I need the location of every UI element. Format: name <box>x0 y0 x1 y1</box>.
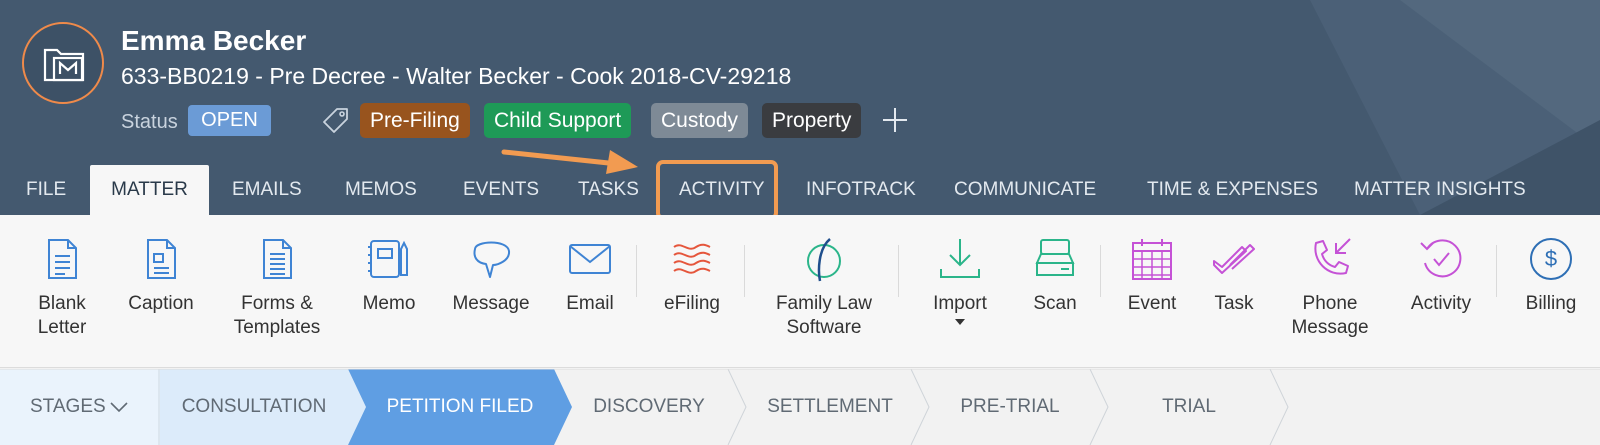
scan-label: Scan <box>1033 293 1077 314</box>
client-name: Emma Becker <box>121 25 307 56</box>
tab-matter-insights[interactable]: MATTER INSIGHTS <box>1354 165 1526 215</box>
ribbon-separator <box>1100 245 1101 297</box>
email-button[interactable]: Email <box>555 215 625 368</box>
ribbon-separator <box>636 245 637 297</box>
status-label: Status <box>121 111 178 133</box>
family-law-software-button[interactable]: Family Law Software <box>758 215 890 368</box>
memo-label: Memo <box>362 293 416 314</box>
stage-petition-filed[interactable]: PETITION FILED <box>372 369 548 445</box>
forms-templates-button[interactable]: Forms & Templates <box>222 215 332 368</box>
document-icon <box>48 239 77 279</box>
stages-dropdown[interactable]: STAGES <box>0 369 160 445</box>
dollar-icon: $ <box>1530 238 1572 280</box>
activity-label: Activity <box>1410 293 1472 314</box>
blank-letter-label: Blank Letter <box>37 293 87 338</box>
tab-memos[interactable]: MEMOS <box>345 165 417 215</box>
stage-trial[interactable]: TRIAL <box>1112 369 1266 445</box>
tag-child-support[interactable]: Child Support <box>484 103 632 138</box>
tab-file[interactable]: FILE <box>26 165 66 215</box>
import-button[interactable]: Import <box>920 215 1000 368</box>
ribbon-separator <box>898 245 899 297</box>
event-button[interactable]: Event <box>1112 215 1192 368</box>
checkmark-icon <box>1213 244 1255 274</box>
tag-pre-filing[interactable]: Pre-Filing <box>360 103 470 138</box>
matter-description: 633-BB0219 - Pre Decree - Walter Becker … <box>121 63 792 89</box>
phone-message-button[interactable]: Phone Message <box>1280 215 1380 368</box>
envelope-icon <box>569 244 611 274</box>
folder-icon <box>43 48 85 82</box>
import-dropdown-icon[interactable] <box>955 319 965 325</box>
efiling-button[interactable]: eFiling <box>652 215 732 368</box>
task-label: Task <box>1214 293 1254 314</box>
forms-templates-label: Forms & Templates <box>233 293 321 338</box>
ribbon-separator <box>744 245 745 297</box>
tab-matter[interactable]: MATTER <box>90 165 209 215</box>
svg-text:$: $ <box>1545 246 1557 271</box>
email-label: Email <box>566 293 614 314</box>
caption-icon <box>147 239 176 279</box>
matter-logo <box>22 22 104 104</box>
efiling-label: eFiling <box>664 293 720 314</box>
family-law-logo-icon <box>807 238 841 282</box>
memo-button[interactable]: Memo <box>352 215 426 368</box>
task-button[interactable]: Task <box>1196 215 1272 368</box>
matter-header: Emma Becker 633-BB0219 - Pre Decree - Wa… <box>0 0 1600 215</box>
efiling-icon <box>673 243 711 274</box>
event-label: Event <box>1127 293 1177 314</box>
chevron-down-icon <box>110 402 128 413</box>
download-icon <box>940 239 980 278</box>
stage-discovery[interactable]: DISCOVERY <box>574 369 724 445</box>
tag-property[interactable]: Property <box>762 103 862 138</box>
caption-label: Caption <box>128 293 194 314</box>
stages-bar: STAGES CONSULTATION PETITION FILED DISCO… <box>0 369 1600 445</box>
scan-button[interactable]: Scan <box>1016 215 1094 368</box>
stage-pre-trial[interactable]: PRE-TRIAL <box>935 369 1085 445</box>
scanner-icon <box>1035 239 1075 276</box>
import-label: Import <box>933 293 987 314</box>
calendar-icon <box>1132 239 1172 280</box>
tab-communicate[interactable]: COMMUNICATE <box>954 165 1096 215</box>
tab-infotrack[interactable]: INFOTRACK <box>806 165 916 215</box>
phone-icon <box>1314 238 1351 275</box>
status-badge[interactable]: OPEN <box>188 105 271 136</box>
caption-button[interactable]: Caption <box>120 215 202 368</box>
family-law-software-label: Family Law Software <box>775 293 873 338</box>
billing-button[interactable]: $ Billing <box>1510 215 1592 368</box>
phone-message-label: Phone Message <box>1291 293 1369 338</box>
stage-consultation[interactable]: CONSULTATION <box>166 369 342 445</box>
tag-icon[interactable] <box>321 106 351 136</box>
tab-activity[interactable]: ACTIVITY <box>679 165 765 215</box>
memo-icon <box>368 240 408 278</box>
tag-custody[interactable]: Custody <box>651 103 749 138</box>
tab-emails[interactable]: EMAILS <box>232 165 302 215</box>
billing-label: Billing <box>1525 293 1577 314</box>
blank-letter-button[interactable]: Blank Letter <box>22 215 102 368</box>
annotation-arrow-icon <box>501 149 638 174</box>
stage-settlement[interactable]: SETTLEMENT <box>750 369 910 445</box>
message-button[interactable]: Message <box>446 215 536 368</box>
stages-label: STAGES <box>30 396 106 417</box>
activity-button[interactable]: Activity <box>1396 215 1486 368</box>
ribbon-toolbar: Blank Letter Caption Forms & Templates M… <box>0 215 1600 368</box>
forms-icon <box>263 239 292 279</box>
add-tag-icon[interactable] <box>882 107 908 133</box>
ribbon-separator <box>1496 245 1497 297</box>
tab-time-expenses[interactable]: TIME & EXPENSES <box>1147 165 1318 215</box>
speech-bubble-icon <box>473 241 511 278</box>
message-label: Message <box>452 293 530 314</box>
activity-icon <box>1420 239 1462 278</box>
